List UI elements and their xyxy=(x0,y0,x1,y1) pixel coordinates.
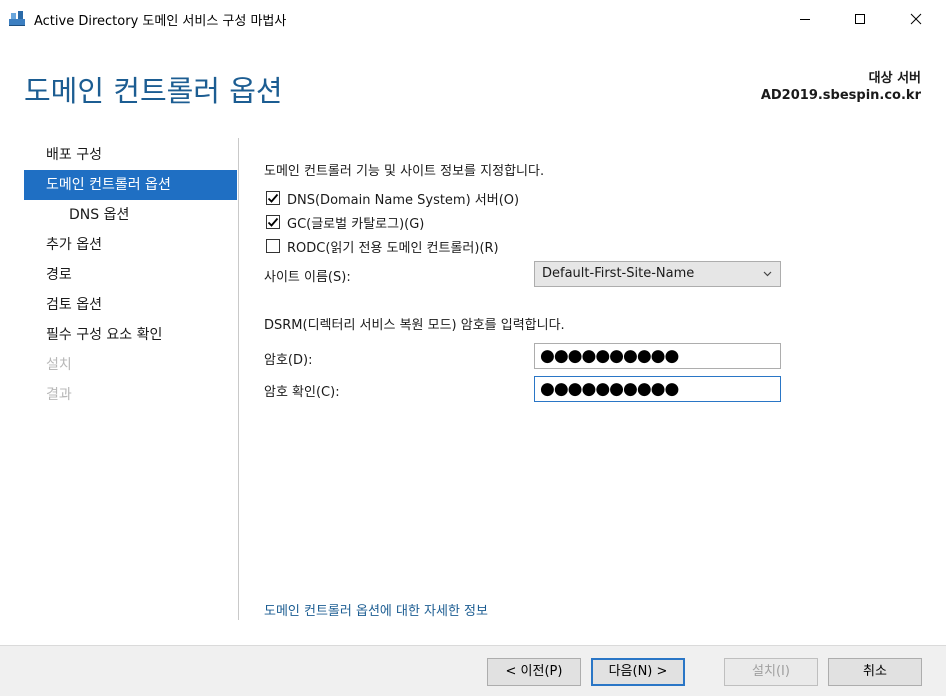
checkbox-label: RODC(읽기 전용 도메인 컨트롤러)(R) xyxy=(287,240,499,256)
intro-text: 도메인 컨트롤러 기능 및 사이트 정보를 지정합니다. xyxy=(264,164,545,179)
password-field[interactable]: ●●●●●●●●●● xyxy=(534,343,781,369)
close-icon xyxy=(910,13,922,25)
checkmark-icon xyxy=(267,217,279,227)
nav-item-install: 설치 xyxy=(46,357,72,373)
checkbox-box[interactable] xyxy=(266,215,280,229)
close-button[interactable] xyxy=(893,0,939,38)
dsrm-instruction: DSRM(디렉터리 서비스 복원 모드) 암호를 입력합니다. xyxy=(264,318,565,333)
page-title: 도메인 컨트롤러 옵션 xyxy=(24,74,283,108)
rodc-checkbox[interactable]: RODC(읽기 전용 도메인 컨트롤러)(R) xyxy=(266,236,499,256)
nav-item-dc-options[interactable]: 도메인 컨트롤러 옵션 xyxy=(24,170,237,200)
nav-item-paths[interactable]: 경로 xyxy=(24,260,237,290)
checkbox-label: GC(글로벌 카탈로그)(G) xyxy=(287,216,425,232)
more-info-link[interactable]: 도메인 컨트롤러 옵션에 대한 자세한 정보 xyxy=(264,600,488,619)
nav-item-results: 결과 xyxy=(46,387,72,403)
nav-item-dns-options[interactable]: DNS 옵션 xyxy=(24,200,237,230)
checkbox-label: DNS(Domain Name System) 서버(O) xyxy=(287,192,520,208)
next-button[interactable]: 다음(N) > xyxy=(591,658,685,686)
confirm-password-label: 암호 확인(C): xyxy=(264,385,340,400)
nav-divider xyxy=(238,138,239,620)
nav-item-prereq-check[interactable]: 필수 구성 요소 확인 xyxy=(24,320,237,350)
target-server-label: 대상 서버 xyxy=(868,71,921,86)
password-label: 암호(D): xyxy=(264,353,313,368)
nav-item-deployment[interactable]: 배포 구성 xyxy=(24,140,237,170)
minimize-button[interactable] xyxy=(782,0,828,38)
global-catalog-checkbox[interactable]: GC(글로벌 카탈로그)(G) xyxy=(266,212,424,232)
previous-button[interactable]: < 이전(P) xyxy=(487,658,581,686)
cancel-button[interactable]: 취소 xyxy=(828,658,922,686)
window-title: Active Directory 도메인 서비스 구성 마법사 xyxy=(34,14,287,29)
dns-server-checkbox[interactable]: DNS(Domain Name System) 서버(O) xyxy=(266,188,519,208)
confirm-password-field[interactable]: ●●●●●●●●●● xyxy=(534,376,781,402)
maximize-button[interactable] xyxy=(837,0,883,38)
checkbox-box[interactable] xyxy=(266,191,280,205)
nav-item-additional-options[interactable]: 추가 옵션 xyxy=(24,230,237,260)
checkmark-icon xyxy=(267,193,279,203)
target-server-name: AD2019.sbespin.co.kr xyxy=(760,88,921,103)
wizard-nav: 배포 구성 도메인 컨트롤러 옵션 DNS 옵션 추가 옵션 경로 검토 옵션 … xyxy=(24,140,237,410)
nav-item-review[interactable]: 검토 옵션 xyxy=(24,290,237,320)
site-name-value: Default-First-Site-Name xyxy=(542,266,695,281)
checkbox-box[interactable] xyxy=(266,239,280,253)
chevron-down-icon xyxy=(763,271,772,277)
site-name-label: 사이트 이름(S): xyxy=(264,270,351,285)
title-bar: Active Directory 도메인 서비스 구성 마법사 xyxy=(0,0,946,38)
install-button: 설치(I) xyxy=(724,658,818,686)
maximize-icon xyxy=(855,14,865,24)
site-name-select[interactable]: Default-First-Site-Name xyxy=(534,261,781,287)
server-icon xyxy=(9,11,25,26)
minimize-icon xyxy=(800,19,810,20)
